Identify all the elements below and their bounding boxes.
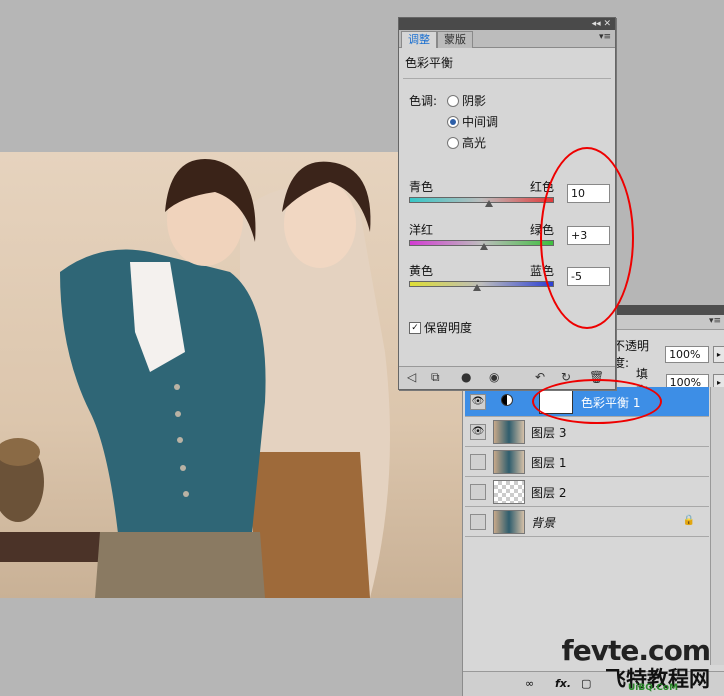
slider-left-label: 黄色	[409, 264, 434, 278]
radio-highlights[interactable]: 高光	[447, 134, 486, 151]
visibility-toggle[interactable]	[470, 484, 486, 500]
annotation-ellipse	[532, 379, 662, 424]
watermark-small: UiBQ.CoM	[628, 683, 679, 693]
layer-name[interactable]: 背景	[531, 514, 555, 531]
panel-menu-icon[interactable]: ▾≡	[599, 32, 611, 42]
opacity-arrow-icon[interactable]: ▸	[712, 345, 724, 363]
layer-row[interactable]: 图层 2	[465, 477, 709, 507]
layer-thumbnail	[493, 450, 525, 474]
panel-menu-icon[interactable]: ▾≡	[709, 316, 721, 326]
preserve-luminosity[interactable]: ✓ 保留明度	[409, 319, 472, 336]
slider-magenta-green[interactable]: 洋红 绿色	[409, 221, 554, 250]
clip-layer-icon[interactable]: ●	[461, 370, 471, 384]
adjustments-tabs: 调整 蒙版 ▾≡	[399, 30, 615, 48]
preserve-label: 保留明度	[424, 321, 473, 335]
divider	[403, 78, 611, 79]
layer-name[interactable]: 图层 3	[531, 424, 566, 441]
slider-left-label: 青色	[409, 180, 434, 194]
visibility-toggle[interactable]	[470, 514, 486, 530]
layer-name[interactable]: 图层 1	[531, 454, 566, 471]
eye-icon[interactable]: 👁	[470, 394, 486, 410]
slider-handle[interactable]	[480, 243, 489, 250]
slider-handle[interactable]	[484, 200, 493, 207]
opacity-field[interactable]: 100%	[665, 345, 709, 363]
collapse-close-icon[interactable]: ◂◂ ✕	[592, 18, 611, 30]
slider-yellow-blue[interactable]: 黄色 蓝色	[409, 262, 554, 291]
tone-label: 色调:	[409, 94, 438, 108]
radio-label: 高光	[462, 136, 487, 150]
slider-track[interactable]	[409, 281, 554, 287]
slider-handle[interactable]	[473, 284, 482, 291]
layer-thumbnail	[493, 480, 525, 504]
tab-masks[interactable]: 蒙版	[437, 31, 473, 48]
photo-illustration	[0, 159, 390, 598]
layers-scrollbar[interactable]	[710, 387, 724, 665]
adjustment-layer-icon	[501, 394, 513, 406]
layer-thumbnail	[493, 420, 525, 444]
back-arrow-icon[interactable]: ◁	[407, 370, 416, 384]
previous-state-icon[interactable]: ↶	[535, 370, 545, 384]
panel-heading: 色彩平衡	[405, 56, 454, 70]
link-icon[interactable]: ∞	[525, 677, 534, 690]
visibility-toggle[interactable]	[470, 454, 486, 470]
slider-left-label: 洋红	[409, 223, 434, 237]
checkbox-checked-icon[interactable]: ✓	[409, 321, 421, 334]
canvas-photo	[0, 152, 462, 598]
eye-icon[interactable]: ◉	[489, 370, 499, 384]
radio-midtones[interactable]: 中间调	[447, 113, 498, 130]
radio-label: 中间调	[462, 115, 499, 129]
radio-icon[interactable]	[447, 94, 459, 107]
radio-selected-icon[interactable]	[447, 115, 459, 128]
layer-row[interactable]: 图层 1	[465, 447, 709, 477]
radio-icon[interactable]	[447, 136, 459, 149]
adjustments-titlebar[interactable]: ◂◂ ✕	[399, 18, 615, 30]
lock-icon: 🔒	[682, 515, 695, 526]
expand-view-icon[interactable]: ⧉	[431, 370, 440, 385]
annotation-ellipse	[540, 147, 634, 329]
tab-adjustments[interactable]: 调整	[401, 31, 437, 48]
layer-thumbnail	[493, 510, 525, 534]
layer-row[interactable]: 背景 🔒	[465, 507, 709, 537]
slider-cyan-red[interactable]: 青色 红色	[409, 178, 554, 207]
radio-label: 阴影	[462, 94, 487, 108]
layer-name[interactable]: 图层 2	[531, 484, 566, 501]
slider-track[interactable]	[409, 197, 554, 203]
eye-icon[interactable]: 👁	[470, 424, 486, 440]
radio-shadows[interactable]: 阴影	[447, 92, 486, 109]
